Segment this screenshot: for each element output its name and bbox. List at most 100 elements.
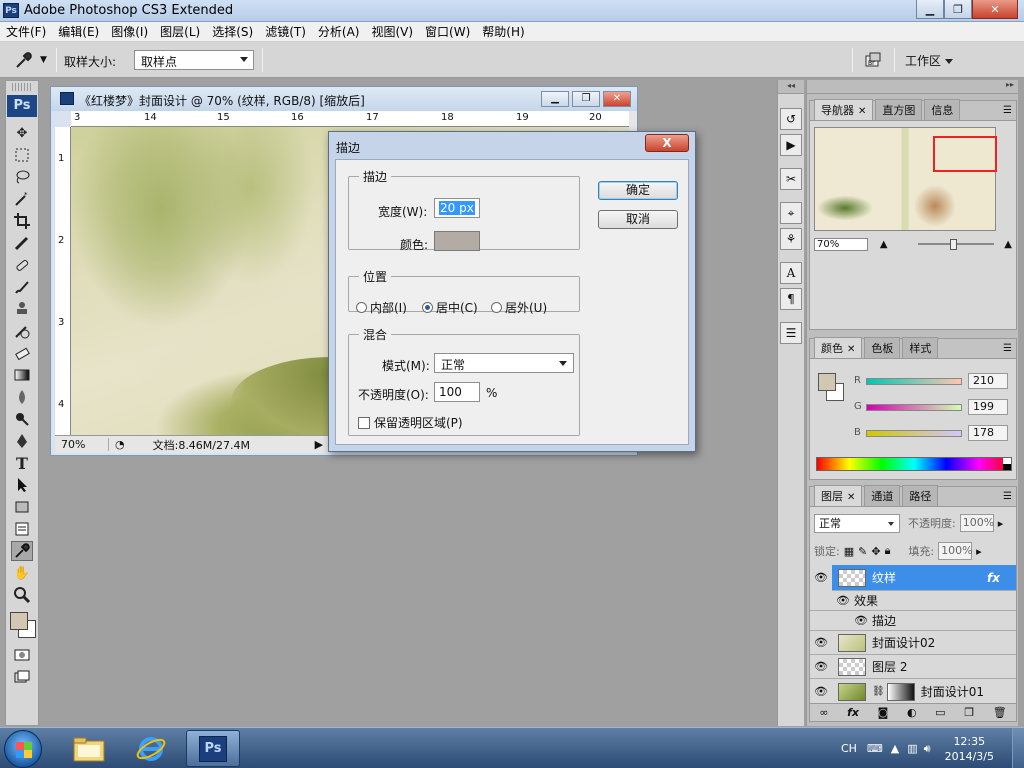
location-inside-radio[interactable]: 内部(I) (356, 299, 407, 316)
preserve-transparency-checkbox[interactable]: 保留透明区域(P) (358, 414, 463, 431)
new-layer-icon[interactable]: ❐ (964, 706, 974, 719)
hand-tool-icon[interactable]: ✋ (11, 563, 33, 583)
delete-layer-icon[interactable]: 🗑︎ (993, 706, 1007, 719)
notes-tool-icon[interactable] (11, 519, 33, 539)
layer-comps-panel-icon[interactable]: ☰ (780, 322, 802, 344)
panels-collapse-icon[interactable]: ▸▸ (807, 80, 1018, 94)
bridge-button[interactable]: Br (862, 49, 886, 71)
tab-histogram[interactable]: 直方图 (875, 99, 923, 120)
screen-mode-icon[interactable] (11, 667, 33, 687)
pen-tool-icon[interactable] (11, 431, 33, 451)
color-panel-swatches[interactable] (818, 373, 848, 403)
zoom-level[interactable]: 70% (55, 438, 109, 451)
eye-icon[interactable]: 👁︎ (832, 594, 854, 607)
panel-menu-icon[interactable]: ☰ (1003, 343, 1012, 354)
keyboard-icon[interactable]: ⌨ (867, 742, 883, 755)
start-button[interactable] (4, 730, 42, 768)
dialog-title-bar[interactable]: 描边 X (329, 132, 695, 158)
dock-collapse-icon[interactable]: ◂◂ (778, 80, 804, 94)
eyedropper-tool-icon[interactable] (11, 541, 33, 561)
location-outside-radio[interactable]: 居外(U) (491, 299, 547, 316)
tab-navigator[interactable]: 导航器 ✕ (814, 99, 874, 120)
add-mask-icon[interactable]: ◙ (878, 706, 889, 719)
status-menu-icon[interactable]: ◔ (115, 438, 125, 451)
doc-minimize-button[interactable]: ▁ (541, 91, 569, 107)
taskbar-photoshop[interactable]: Ps (186, 730, 240, 767)
healing-brush-tool-icon[interactable] (11, 255, 33, 275)
menu-filter[interactable]: 滤镜(T) (259, 23, 312, 40)
eye-icon[interactable]: 👁︎ (810, 660, 832, 673)
paragraph-panel-icon[interactable]: ¶ (780, 288, 802, 310)
blend-mode-select[interactable]: 正常 (434, 353, 574, 373)
type-tool-icon[interactable]: T (11, 453, 33, 473)
magic-wand-tool-icon[interactable]: * (11, 189, 33, 209)
doc-close-button[interactable]: ✕ (603, 91, 631, 107)
crop-tool-icon[interactable] (11, 211, 33, 231)
panel-grip[interactable] (12, 83, 32, 91)
red-gradient-bar[interactable] (866, 378, 962, 385)
path-selection-tool-icon[interactable] (11, 475, 33, 495)
close-button[interactable]: ✕ (972, 0, 1018, 19)
lock-position-icon[interactable]: ✥ (871, 545, 880, 558)
view-box[interactable] (933, 136, 997, 172)
layer-effects-row[interactable]: 👁︎ 效果 (810, 591, 1016, 611)
layer-style-icon[interactable]: fx (847, 706, 859, 719)
tool-presets-panel-icon[interactable]: ✂ (780, 168, 802, 190)
rectangle-tool-icon[interactable] (11, 497, 33, 517)
red-value[interactable]: 210 (968, 373, 1008, 389)
green-slider[interactable]: G 199 (854, 399, 1008, 415)
volume-icon[interactable]: 🔊︎ (924, 742, 931, 756)
tab-color[interactable]: 颜色 ✕ (814, 337, 863, 358)
chevron-right-icon[interactable]: ▸ (976, 545, 982, 558)
chevron-right-icon[interactable]: ▸ (998, 517, 1004, 530)
dodge-tool-icon[interactable] (11, 409, 33, 429)
layer-row[interactable]: 👁︎ 封面设计02 (810, 631, 1016, 655)
zoom-out-icon[interactable]: ▲ (880, 239, 888, 250)
move-tool-icon[interactable]: ✥ (11, 123, 33, 143)
clone-stamp-tool-icon[interactable] (11, 299, 33, 319)
blue-slider[interactable]: B 178 (854, 425, 1008, 441)
layer-mask-thumbnail[interactable] (886, 682, 915, 701)
fill-input[interactable]: 100% (938, 542, 973, 560)
ok-button[interactable]: 确定 (598, 181, 678, 200)
blue-value[interactable]: 178 (968, 425, 1008, 441)
tool-preset-picker[interactable]: ▼ (14, 50, 50, 70)
network-icon[interactable]: ▥ (907, 742, 917, 755)
clock[interactable]: 12:35 2014/3/5 (945, 734, 994, 764)
tab-info[interactable]: 信息 (924, 99, 961, 120)
menu-file[interactable]: 文件(F) (0, 23, 52, 40)
fx-icon[interactable]: fx (987, 571, 1000, 585)
taskbar-explorer[interactable] (62, 730, 116, 767)
close-icon[interactable]: ✕ (847, 344, 855, 355)
lock-transparency-icon[interactable]: ▦ (844, 545, 854, 558)
history-panel-icon[interactable]: ↺ (780, 108, 802, 130)
quick-mask-icon[interactable] (11, 645, 33, 665)
brush-tool-icon[interactable] (11, 277, 33, 297)
opacity-input[interactable]: 100 (434, 382, 480, 402)
menu-window[interactable]: 窗口(W) (419, 23, 476, 40)
layer-row[interactable]: 👁︎ 纹样 fx (810, 564, 1016, 591)
restore-button[interactable]: ❐ (944, 0, 972, 19)
eye-icon[interactable]: 👁︎ (810, 636, 832, 649)
zoom-in-icon[interactable]: ▲ (1004, 239, 1012, 250)
document-title-bar[interactable]: 《红楼梦》封面设计 @ 70% (纹样, RGB/8) [缩放后] ▁ ❐ ✕ (51, 87, 637, 111)
foreground-color[interactable] (818, 373, 836, 391)
eye-icon[interactable]: 👁︎ (850, 614, 872, 627)
blue-gradient-bar[interactable] (866, 430, 962, 437)
eraser-tool-icon[interactable] (11, 343, 33, 363)
blur-tool-icon[interactable] (11, 387, 33, 407)
tab-swatches[interactable]: 色板 (864, 337, 901, 358)
location-center-radio[interactable]: 居中(C) (422, 299, 478, 316)
foreground-color[interactable] (10, 612, 28, 630)
layer-row[interactable]: 👁︎ ⛓︎ 封面设计01 (810, 679, 1016, 705)
layer-blend-mode-select[interactable]: 正常 (814, 513, 900, 533)
lasso-tool-icon[interactable] (11, 167, 33, 187)
tab-paths[interactable]: 路径 (902, 485, 939, 506)
link-layers-icon[interactable]: ∞ (819, 706, 828, 719)
green-value[interactable]: 199 (968, 399, 1008, 415)
menu-analysis[interactable]: 分析(A) (312, 23, 366, 40)
adjustment-layer-icon[interactable]: ◐ (907, 706, 917, 719)
navigator-zoom-input[interactable]: 70% (814, 237, 868, 251)
clone-source-panel-icon[interactable]: ⚘ (780, 228, 802, 250)
menu-view[interactable]: 视图(V) (365, 23, 419, 40)
